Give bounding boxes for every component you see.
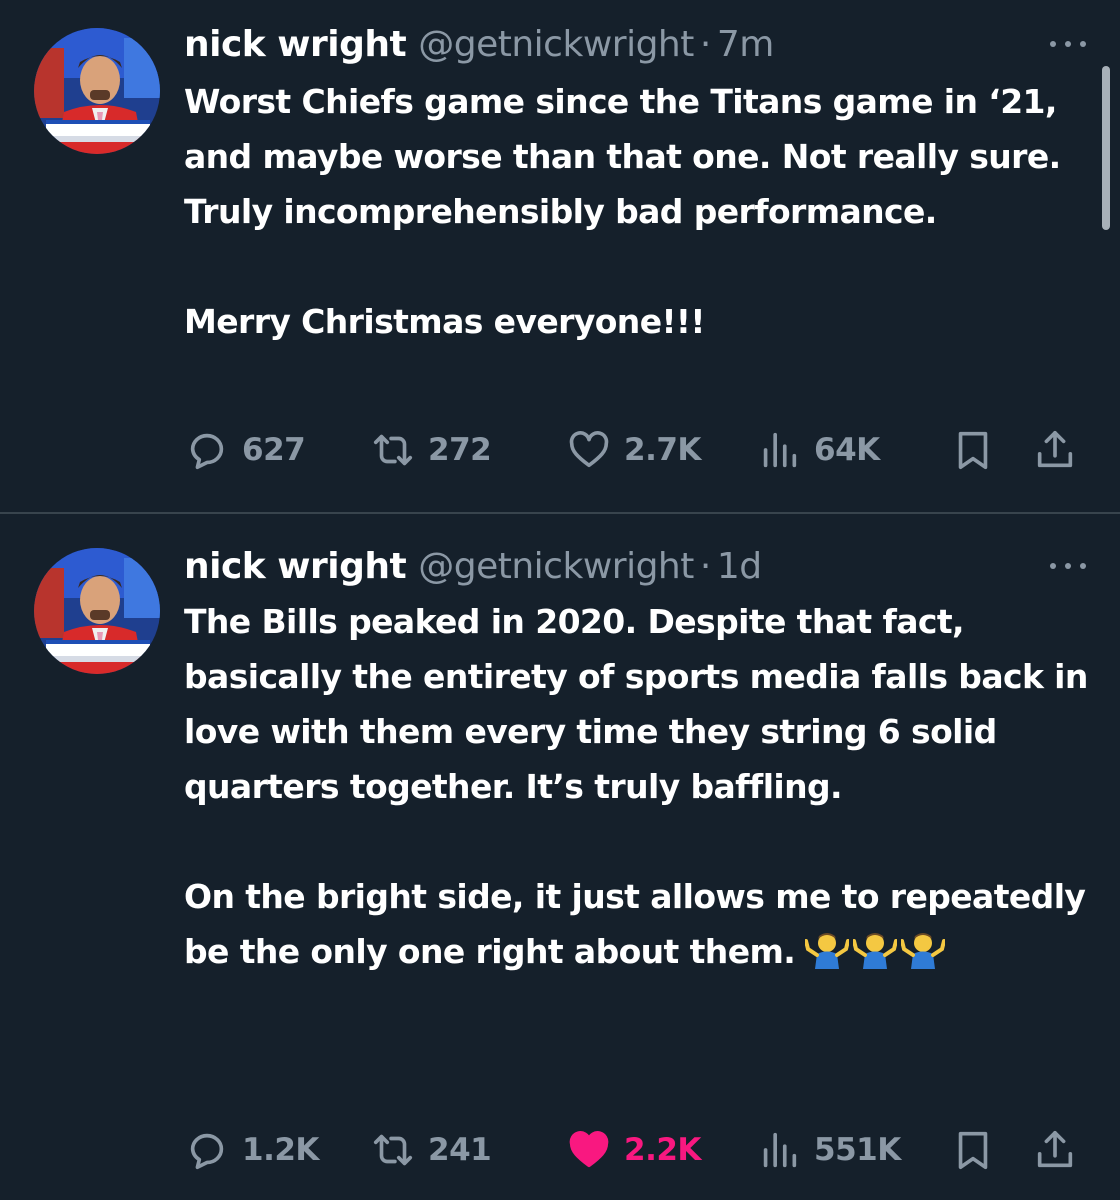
- scrollbar-thumb[interactable]: [1102, 66, 1110, 230]
- share-icon: [1037, 1130, 1073, 1168]
- display-name[interactable]: nick wright: [184, 24, 407, 65]
- like-count: 2.7K: [624, 432, 701, 468]
- avatar[interactable]: [34, 548, 160, 674]
- tweet-text: The Bills peaked in 2020. Despite that f…: [184, 594, 1094, 985]
- user-handle[interactable]: @getnickwright: [418, 24, 694, 65]
- action-bar: 1.2K 241 2.2K 551K: [184, 1120, 1084, 1180]
- share-button[interactable]: [1032, 1120, 1090, 1180]
- like-count: 2.2K: [624, 1132, 701, 1168]
- shrug-emoji-icon: [852, 933, 899, 969]
- retweet-button[interactable]: 241: [370, 1120, 492, 1180]
- retweet-icon: [373, 1134, 413, 1166]
- avatar-image: [34, 28, 160, 154]
- tweet-header: nick wright @getnickwright · 7m: [184, 14, 1090, 74]
- more-icon[interactable]: [1046, 26, 1090, 62]
- views-icon: [763, 1132, 797, 1168]
- bookmark-icon: [958, 431, 988, 470]
- shrug-emoji-icon: [900, 933, 947, 969]
- bookmark-button[interactable]: [950, 420, 1008, 480]
- tweet-text-content: The Bills peaked in 2020. Despite that f…: [184, 602, 1088, 971]
- views-icon: [763, 432, 797, 468]
- reply-count: 627: [242, 432, 306, 468]
- action-bar: 627 272 2.7K 64K: [184, 420, 1084, 480]
- reply-icon: [190, 433, 224, 470]
- avatar-image: [34, 548, 160, 674]
- share-button[interactable]: [1032, 420, 1090, 480]
- separator-dot: ·: [699, 23, 711, 65]
- views-button[interactable]: 64K: [756, 420, 880, 480]
- reply-count: 1.2K: [242, 1132, 319, 1168]
- avatar[interactable]: [34, 28, 160, 154]
- like-button[interactable]: 2.7K: [566, 420, 701, 480]
- tweet[interactable]: nick wright @getnickwright · 7m Worst Ch…: [0, 0, 1120, 512]
- retweet-button[interactable]: 272: [370, 420, 492, 480]
- heart-filled-icon: [569, 1131, 609, 1168]
- separator-dot: ·: [699, 545, 711, 587]
- tweet-text: Worst Chiefs game since the Titans game …: [184, 82, 1061, 341]
- heart-outline-icon: [569, 431, 609, 468]
- timestamp[interactable]: 1d: [717, 546, 762, 587]
- view-count: 64K: [814, 432, 880, 468]
- views-button[interactable]: 551K: [756, 1120, 901, 1180]
- tweet[interactable]: nick wright @getnickwright · 1d The Bill…: [0, 514, 1120, 1200]
- reply-button[interactable]: 627: [184, 420, 306, 480]
- display-name[interactable]: nick wright: [184, 546, 407, 587]
- timestamp[interactable]: 7m: [717, 24, 774, 65]
- shrug-emoji-group: 🤷‍♂️🤷‍♂️🤷‍♂️: [804, 929, 949, 985]
- user-handle[interactable]: @getnickwright: [418, 546, 694, 587]
- reply-button[interactable]: 1.2K: [184, 1120, 319, 1180]
- more-icon[interactable]: [1046, 548, 1090, 584]
- shrug-emoji-icon: [804, 933, 851, 969]
- bookmark-button[interactable]: [950, 1120, 1008, 1180]
- retweet-count: 272: [428, 432, 492, 468]
- like-button[interactable]: 2.2K: [566, 1120, 701, 1180]
- tweet-header: nick wright @getnickwright · 1d: [184, 536, 1090, 596]
- retweet-count: 241: [428, 1132, 492, 1168]
- retweet-icon: [373, 434, 413, 466]
- bookmark-icon: [958, 1131, 988, 1170]
- share-icon: [1037, 430, 1073, 468]
- reply-icon: [190, 1133, 224, 1170]
- view-count: 551K: [814, 1132, 901, 1168]
